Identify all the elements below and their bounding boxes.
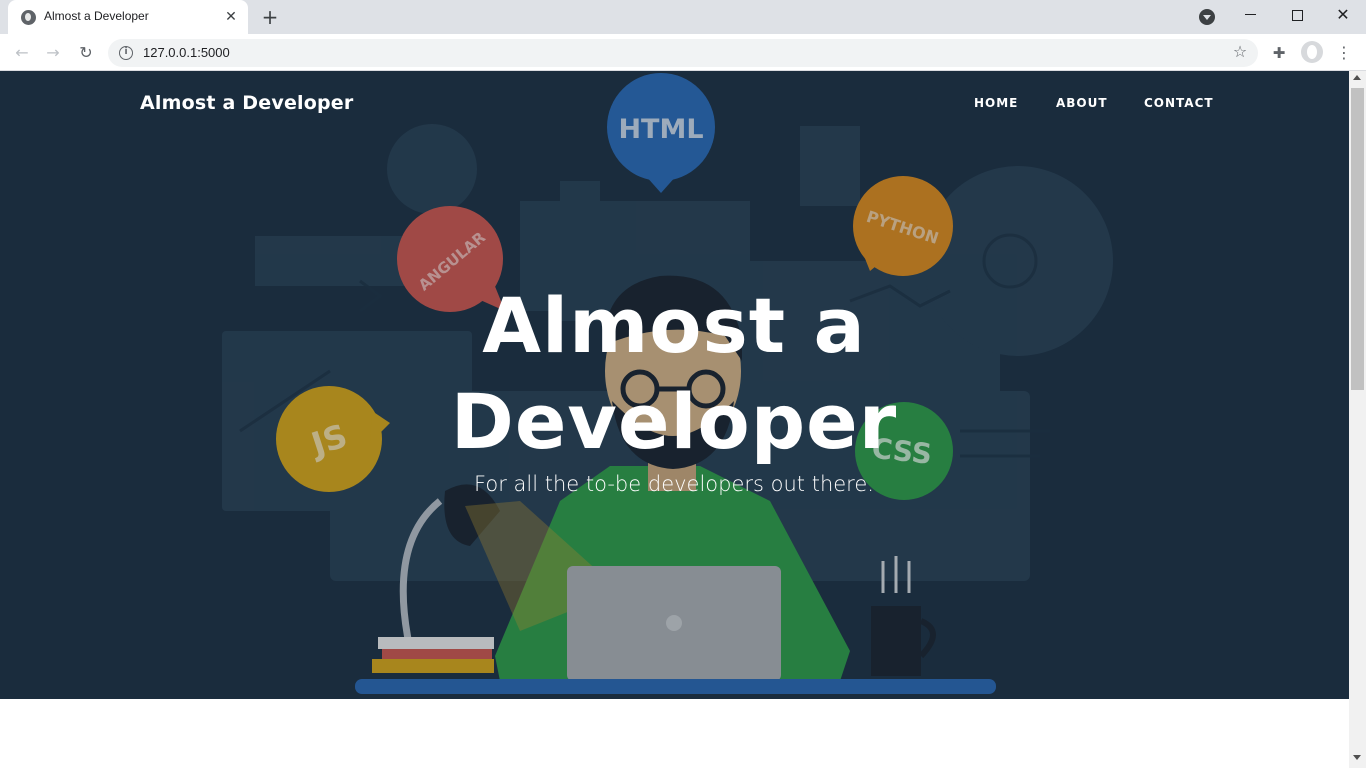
nav-home[interactable]: HOME (974, 96, 1018, 110)
puzzle-icon[interactable]: ✚ (1268, 42, 1290, 64)
page-viewport: HTML PYTHON ANGULAR JS CSS Almost a Deve… (0, 71, 1349, 768)
arrow-right-icon[interactable]: → (40, 40, 66, 66)
scroll-down-arrow-icon[interactable] (1353, 755, 1361, 760)
nav-about[interactable]: ABOUT (1056, 96, 1108, 110)
plus-icon[interactable]: + (258, 6, 282, 28)
hero-section: HTML PYTHON ANGULAR JS CSS Almost a Deve… (0, 71, 1349, 699)
scroll-up-arrow-icon[interactable] (1353, 75, 1361, 80)
arrow-left-icon[interactable]: ← (9, 40, 35, 66)
hero-subheading: For all the to-be developers out there. (474, 472, 874, 496)
profile-icon[interactable] (1301, 41, 1323, 63)
close-icon[interactable]: ✕ (222, 8, 240, 26)
browser-toolbar: ← → ↻ i 127.0.0.1:5000 ☆ ✚ ⋮ (0, 34, 1366, 71)
globe-icon (21, 10, 36, 25)
hero-heading-line-1: Almost a (482, 281, 866, 370)
scrollbar-thumb[interactable] (1351, 88, 1364, 390)
site-brand[interactable]: Almost a Developer (140, 92, 353, 114)
browser-tab-strip: Almost a Developer ✕ + ✕ (0, 0, 1366, 34)
kebab-menu-icon[interactable]: ⋮ (1334, 40, 1354, 66)
page-scrollbar[interactable] (1349, 71, 1366, 768)
star-icon[interactable]: ☆ (1230, 42, 1250, 62)
tab-search-icon[interactable] (1199, 9, 1215, 25)
info-icon[interactable]: i (119, 46, 133, 60)
nav-contact[interactable]: CONTACT (1144, 96, 1214, 110)
minimize-icon[interactable] (1228, 0, 1274, 30)
reload-icon[interactable]: ↻ (73, 40, 99, 66)
hero-heading-line-2: Developer (450, 377, 898, 466)
browser-tab[interactable]: Almost a Developer ✕ (8, 0, 248, 34)
restore-icon[interactable] (1274, 0, 1320, 30)
close-window-icon[interactable]: ✕ (1320, 0, 1366, 30)
url-text[interactable]: 127.0.0.1:5000 (143, 45, 230, 60)
tab-title: Almost a Developer (44, 9, 149, 23)
address-bar[interactable]: i 127.0.0.1:5000 ☆ (108, 39, 1258, 67)
hero-heading: Almost a Developer (374, 278, 974, 470)
